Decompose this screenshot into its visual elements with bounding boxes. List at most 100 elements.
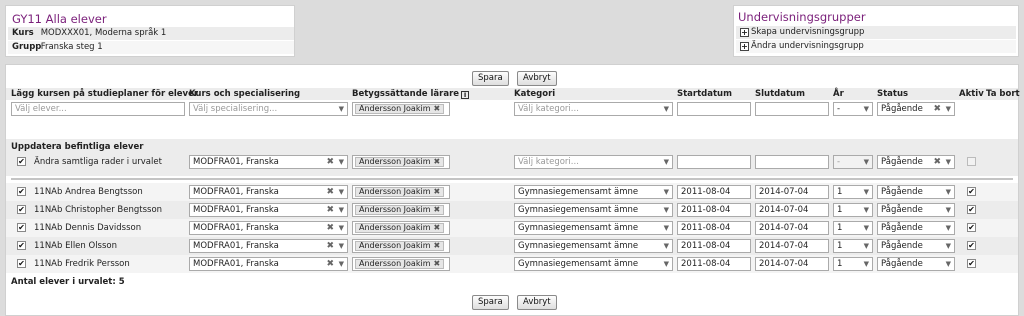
- end-date-input[interactable]: 2014-07-04: [755, 257, 829, 271]
- clear-icon[interactable]: ✖: [933, 156, 941, 168]
- remove-icon[interactable]: ✖: [433, 223, 440, 232]
- end-date-input[interactable]: 2014-07-04: [755, 221, 829, 235]
- course-dropdown[interactable]: MODFRA01, Franska ✖ ▼: [189, 185, 348, 199]
- status-value: Pågående: [881, 205, 923, 215]
- save-button-bottom[interactable]: Spara: [472, 295, 509, 310]
- update-course-dropdown[interactable]: MODFRA01, Franska ✖ ▼: [189, 155, 348, 169]
- create-group-link[interactable]: + Skapa undervisningsgrupp: [736, 26, 1016, 39]
- chevron-down-icon: ▼: [663, 206, 669, 214]
- save-button-top[interactable]: Spara: [472, 71, 509, 86]
- clear-icon[interactable]: ✖: [326, 240, 334, 252]
- teacher-tag-field[interactable]: Andersson Joakim ✖: [352, 221, 450, 235]
- update-status-dropdown[interactable]: Pågående ✖ ▼: [877, 155, 955, 169]
- row-select-checkbox[interactable]: ✔: [17, 205, 26, 214]
- select-specialization-dropdown[interactable]: Välj specialisering... ▼: [189, 102, 348, 116]
- course-dropdown[interactable]: MODFRA01, Franska ✖ ▼: [189, 239, 348, 253]
- col-aktiv: Aktiv: [959, 89, 984, 99]
- row-select-checkbox[interactable]: ✔: [17, 241, 26, 250]
- select-students-input[interactable]: Välj elever...: [11, 102, 185, 116]
- update-all-checkbox[interactable]: ✔: [17, 157, 26, 166]
- chevron-down-icon: ▼: [945, 224, 951, 232]
- start-date-input[interactable]: 2011-08-04: [677, 257, 751, 271]
- end-date-input[interactable]: 2014-07-04: [755, 239, 829, 253]
- edit-group-link[interactable]: + Ändra undervisningsgrupp: [736, 40, 1016, 53]
- update-teacher-tag-field[interactable]: Andersson Joakim ✖: [352, 155, 450, 169]
- end-date-input[interactable]: [755, 102, 829, 116]
- active-checkbox[interactable]: ✔: [967, 223, 976, 232]
- clear-icon[interactable]: ✖: [326, 204, 334, 216]
- category-dropdown[interactable]: Gymnasiegemensamt ämne ▼: [514, 203, 673, 217]
- update-category-dropdown[interactable]: Välj kategori... ▼: [514, 155, 673, 169]
- row-select-checkbox[interactable]: ✔: [17, 259, 26, 268]
- course-value: MODFRA01, Franska: [193, 187, 279, 197]
- student-name: 11NAb Fredrik Persson: [34, 259, 130, 269]
- remove-icon[interactable]: ✖: [433, 259, 440, 268]
- start-date-input[interactable]: 2011-08-04: [677, 221, 751, 235]
- teacher-tag-field[interactable]: Andersson Joakim ✖: [352, 102, 450, 116]
- course-dropdown[interactable]: MODFRA01, Franska ✖ ▼: [189, 257, 348, 271]
- remove-icon[interactable]: ✖: [433, 187, 440, 196]
- update-end-date-input[interactable]: [755, 155, 829, 169]
- course-dropdown[interactable]: MODFRA01, Franska ✖ ▼: [189, 221, 348, 235]
- start-date-input[interactable]: 2011-08-04: [677, 203, 751, 217]
- active-checkbox[interactable]: ✔: [967, 241, 976, 250]
- chevron-down-icon: ▼: [338, 242, 344, 250]
- category-dropdown[interactable]: Gymnasiegemensamt ämne ▼: [514, 185, 673, 199]
- remove-icon[interactable]: ✖: [433, 205, 440, 214]
- end-date-input[interactable]: 2014-07-04: [755, 203, 829, 217]
- col-slutdatum: Slutdatum: [755, 89, 805, 99]
- remove-icon[interactable]: ✖: [433, 241, 440, 250]
- clear-icon[interactable]: ✖: [933, 103, 941, 115]
- cancel-button-top[interactable]: Avbryt: [517, 71, 557, 86]
- year-value: 1: [837, 241, 843, 251]
- start-date-input[interactable]: [677, 102, 751, 116]
- remove-icon[interactable]: ✖: [433, 104, 440, 113]
- start-date-input[interactable]: 2011-08-04: [677, 239, 751, 253]
- active-checkbox[interactable]: ✔: [967, 259, 976, 268]
- active-checkbox[interactable]: ✔: [967, 187, 976, 196]
- clear-icon[interactable]: ✖: [326, 186, 334, 198]
- active-checkbox[interactable]: ✔: [967, 205, 976, 214]
- year-dropdown[interactable]: 1 ▼: [833, 185, 873, 199]
- status-dropdown[interactable]: Pågående ▼: [877, 221, 955, 235]
- cancel-button-bottom[interactable]: Avbryt: [517, 295, 557, 310]
- teacher-tag-field[interactable]: Andersson Joakim ✖: [352, 185, 450, 199]
- start-date-input[interactable]: 2011-08-04: [677, 185, 751, 199]
- status-value: Pågående: [881, 259, 923, 269]
- row-select-checkbox[interactable]: ✔: [17, 187, 26, 196]
- status-dropdown[interactable]: Pågående ▼: [877, 239, 955, 253]
- remove-icon[interactable]: ✖: [433, 157, 440, 166]
- status-dropdown[interactable]: Pågående ▼: [877, 203, 955, 217]
- select-category-dropdown[interactable]: Välj kategori... ▼: [514, 102, 673, 116]
- info-icon[interactable]: i: [461, 91, 470, 99]
- clear-icon[interactable]: ✖: [326, 156, 334, 168]
- year-dropdown[interactable]: 1 ▼: [833, 221, 873, 235]
- clear-icon[interactable]: ✖: [326, 222, 334, 234]
- update-active-checkbox[interactable]: [967, 157, 976, 166]
- category-dropdown[interactable]: Gymnasiegemensamt ämne ▼: [514, 257, 673, 271]
- year-dropdown[interactable]: 1 ▼: [833, 203, 873, 217]
- teacher-tag-field[interactable]: Andersson Joakim ✖: [352, 239, 450, 253]
- teacher-chip: Andersson Joakim ✖: [355, 205, 445, 215]
- update-year-dropdown[interactable]: - ▼: [833, 155, 873, 169]
- clear-icon[interactable]: ✖: [326, 258, 334, 270]
- year-dropdown[interactable]: 1 ▼: [833, 257, 873, 271]
- update-start-date-input[interactable]: [677, 155, 751, 169]
- teacher-chip-label: Andersson Joakim: [359, 205, 431, 214]
- status-dropdown[interactable]: Pågående ▼: [877, 257, 955, 271]
- category-dropdown[interactable]: Gymnasiegemensamt ämne ▼: [514, 221, 673, 235]
- year-dropdown[interactable]: - ▼: [833, 102, 873, 116]
- teacher-tag-field[interactable]: Andersson Joakim ✖: [352, 203, 450, 217]
- col-studieplan: Lägg kursen på studieplaner för elever: [11, 89, 199, 99]
- create-group-label: Skapa undervisningsgrupp: [751, 27, 865, 37]
- chevron-down-icon: ▼: [338, 158, 344, 166]
- row-select-checkbox[interactable]: ✔: [17, 223, 26, 232]
- status-dropdown[interactable]: Pågående ✖ ▼: [877, 102, 955, 116]
- status-dropdown[interactable]: Pågående ▼: [877, 185, 955, 199]
- year-dropdown[interactable]: 1 ▼: [833, 239, 873, 253]
- end-date-input[interactable]: 2014-07-04: [755, 185, 829, 199]
- teacher-tag-field[interactable]: Andersson Joakim ✖: [352, 257, 450, 271]
- category-dropdown[interactable]: Gymnasiegemensamt ämne ▼: [514, 239, 673, 253]
- year-value: 1: [837, 223, 843, 233]
- course-dropdown[interactable]: MODFRA01, Franska ✖ ▼: [189, 203, 348, 217]
